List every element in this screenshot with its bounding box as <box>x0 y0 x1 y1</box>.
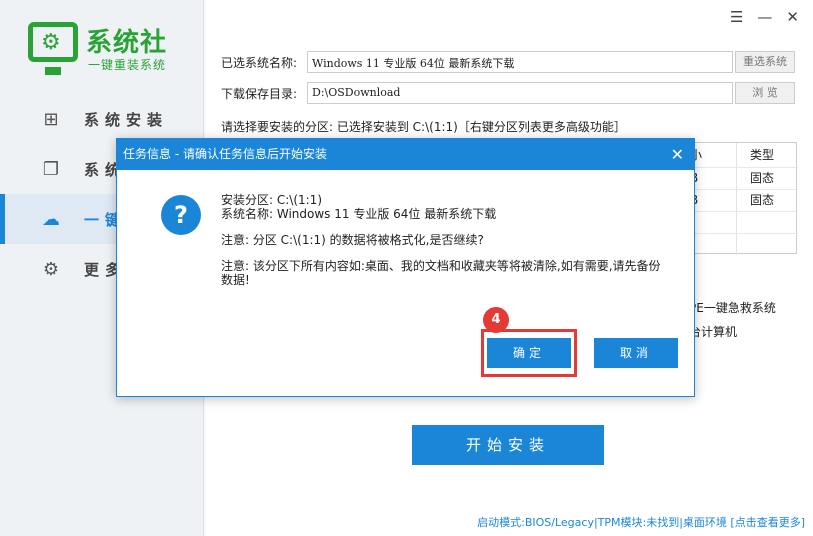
step-badge: 4 <box>483 307 509 333</box>
dialog-title: 任务信息 - 请确认任务信息后开始安装 <box>123 147 327 161</box>
system-name-text: 系统名称: Windows 11 专业版 64位 最新系统下载 <box>221 207 497 221</box>
save-dir-row: 下载保存目录: D:\OSDownload 浏 览 <box>221 82 795 104</box>
system-name-label: 已选系统名称: <box>221 55 298 70</box>
option-pe-rescue[interactable]: PE一键急救系统 <box>689 296 776 320</box>
status-bar[interactable]: 启动模式:BIOS/Legacy|TPM模块:未找到|桌面环境 [点击查看更多] <box>477 514 805 530</box>
column-header-size: 小 <box>690 148 703 162</box>
start-install-button[interactable]: 开始安装 <box>412 425 604 465</box>
install-partition-text: 安装分区: C:\(1:1) <box>221 193 322 207</box>
system-name-field[interactable]: Windows 11 专业版 64位 最新系统下载 <box>307 51 733 73</box>
brand-name: 系统社 <box>86 28 168 58</box>
reselect-system-button[interactable]: 重选系统 <box>735 51 795 73</box>
minimize-icon[interactable]: — <box>757 8 772 26</box>
option-computer[interactable]: 台计算机 <box>689 320 776 344</box>
close-icon[interactable]: ✕ <box>786 8 799 26</box>
table-cell-type[interactable]: 固态 <box>736 167 796 189</box>
gear-icon: ⚙ <box>42 258 60 280</box>
save-dir-label: 下载保存目录: <box>221 86 298 101</box>
format-notice-text: 注意: 分区 C:\(1:1) 的数据将被格式化,是否继续? <box>221 233 484 247</box>
task-info-dialog: 任务信息 - 请确认任务信息后开始安装 ✕ ? 安装分区: C:\(1:1) 系… <box>116 138 695 397</box>
cancel-button[interactable]: 取消 <box>594 338 678 368</box>
dialog-title-bar: 任务信息 - 请确认任务信息后开始安装 ✕ <box>117 139 694 170</box>
table-cell-size[interactable]: B <box>688 167 736 189</box>
gear-icon: ⚙ <box>41 30 61 55</box>
windows-icon: ⊞ <box>43 108 59 130</box>
sidebar-item-system-install[interactable]: ⊞ 系统安装 <box>0 94 204 144</box>
cloud-icon: ☁ <box>42 208 60 230</box>
save-dir-field[interactable]: D:\OSDownload <box>307 82 733 104</box>
menu-icon[interactable]: ☰ <box>730 8 743 26</box>
question-icon: ? <box>161 195 201 235</box>
column-header-type: 类型 <box>750 148 775 162</box>
table-cell-type[interactable]: 固态 <box>736 189 796 211</box>
sidebar-item-label: 系统安装 <box>84 110 169 129</box>
table-cell-size[interactable]: B <box>688 189 736 211</box>
side-options: PE一键急救系统 台计算机 <box>689 296 776 344</box>
backup-warning-text: 注意: 该分区下所有内容如:桌面、我的文档和收藏夹等将被清除,如有需要,请先备份… <box>221 259 661 287</box>
confirm-button[interactable]: 确定 <box>487 338 571 368</box>
dialog-body: 安装分区: C:\(1:1) 系统名称: Windows 11 专业版 64位 … <box>221 193 681 287</box>
monitor-icon: ⚙ <box>28 22 78 75</box>
system-name-row: 已选系统名称: Windows 11 专业版 64位 最新系统下载 重选系统 <box>221 51 795 73</box>
copy-icon: ❐ <box>42 158 60 180</box>
browse-button[interactable]: 浏 览 <box>735 82 795 104</box>
app-logo: ⚙ 系统社 一键重装系统 <box>22 18 192 78</box>
window-controls: ☰ — ✕ <box>730 8 799 26</box>
partition-prompt: 请选择要安装的分区: 已选择安装到 C:\(1:1)［右键分区列表更多高级功能］ <box>221 120 626 134</box>
close-icon[interactable]: ✕ <box>671 139 684 170</box>
brand-slogan: 一键重装系统 <box>88 58 167 72</box>
